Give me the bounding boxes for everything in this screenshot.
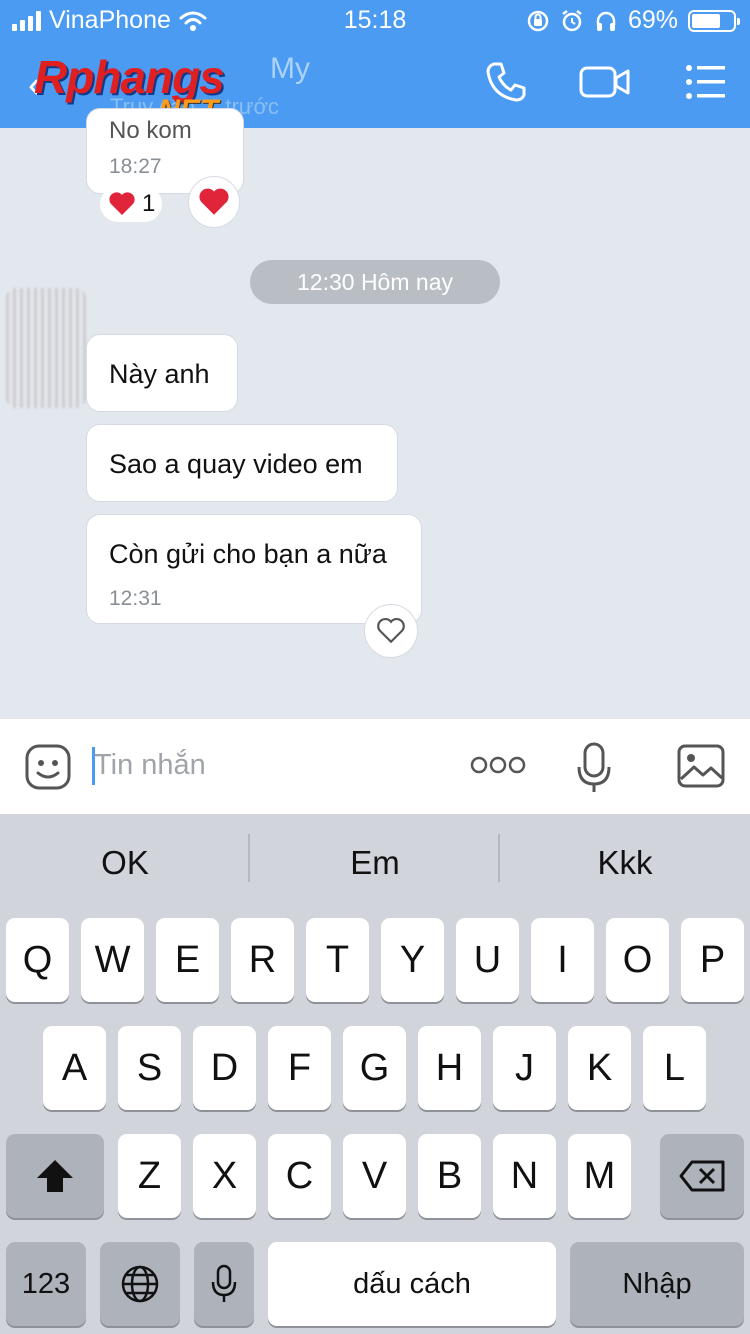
- headphones-icon: [596, 11, 616, 31]
- battery-percent: 69%: [627, 6, 678, 34]
- key-p[interactable]: P: [681, 918, 744, 1002]
- key-j[interactable]: J: [493, 1026, 556, 1110]
- key-d[interactable]: D: [193, 1026, 256, 1110]
- suggestion-item[interactable]: OK: [0, 844, 250, 882]
- key-v[interactable]: V: [343, 1134, 406, 1218]
- key-a[interactable]: A: [43, 1026, 106, 1110]
- key-r[interactable]: R: [231, 918, 294, 1002]
- key-w[interactable]: W: [81, 918, 144, 1002]
- message-bubble[interactable]: Còn gửi cho bạn a nữa 12:31: [86, 514, 422, 624]
- suggestion-item[interactable]: Kkk: [500, 844, 750, 882]
- numbers-key[interactable]: 123: [6, 1242, 86, 1326]
- message-time: 18:27: [109, 155, 162, 178]
- battery-icon: [688, 9, 740, 32]
- react-heart-button[interactable]: [364, 604, 418, 658]
- video-call-icon[interactable]: [578, 60, 632, 104]
- globe-key[interactable]: [100, 1242, 180, 1326]
- status-bar: VinaPhone 15:18 69%: [0, 0, 750, 40]
- suggestion-item[interactable]: Em: [250, 844, 500, 882]
- message-list[interactable]: No kom 18:27 1 12:30 Hôm nay Này anh Sao…: [0, 108, 750, 718]
- key-b[interactable]: B: [418, 1134, 481, 1218]
- message-text: Sao a quay video em: [109, 449, 363, 479]
- reaction-count: 1: [142, 190, 156, 217]
- react-heart-button[interactable]: [188, 176, 240, 228]
- reaction-summary[interactable]: 1: [100, 186, 162, 222]
- microphone-icon: [211, 1264, 237, 1302]
- shift-icon: [37, 1160, 73, 1192]
- heart-icon: [199, 188, 229, 215]
- message-text: Còn gửi cho bạn a nữa: [109, 539, 387, 569]
- image-icon[interactable]: [676, 743, 726, 789]
- key-i[interactable]: I: [531, 918, 594, 1002]
- message-input[interactable]: Tin nhắn: [94, 749, 206, 782]
- menu-list-icon[interactable]: [684, 60, 728, 104]
- contact-name[interactable]: My: [270, 52, 310, 86]
- dictation-key[interactable]: [194, 1242, 254, 1326]
- key-s[interactable]: S: [118, 1026, 181, 1110]
- keyboard: OK Em Kkk QWERTYUIOP ASDFGHJKL ZXCVBNM 1…: [0, 814, 750, 1334]
- key-g[interactable]: G: [343, 1026, 406, 1110]
- suggestion-bar: OK Em Kkk: [0, 814, 750, 914]
- key-f[interactable]: F: [268, 1026, 331, 1110]
- key-n[interactable]: N: [493, 1134, 556, 1218]
- microphone-icon[interactable]: [576, 741, 612, 795]
- heart-outline-icon: [377, 617, 405, 644]
- globe-icon: [121, 1265, 159, 1303]
- key-z[interactable]: Z: [118, 1134, 181, 1218]
- key-l[interactable]: L: [643, 1026, 706, 1110]
- more-icon[interactable]: [470, 755, 526, 775]
- rotation-lock-icon: [527, 10, 549, 31]
- key-q[interactable]: Q: [6, 918, 69, 1002]
- key-h[interactable]: H: [418, 1026, 481, 1110]
- message-time: 12:31: [109, 587, 162, 610]
- key-t[interactable]: T: [306, 918, 369, 1002]
- phone-icon[interactable]: [484, 60, 528, 104]
- avatar[interactable]: [6, 288, 86, 408]
- alarm-icon: [562, 9, 582, 31]
- sticker-icon[interactable]: [24, 743, 72, 791]
- key-e[interactable]: E: [156, 918, 219, 1002]
- message-bubble[interactable]: Này anh: [86, 334, 238, 412]
- composer-bar: Tin nhắn: [0, 718, 750, 814]
- key-y[interactable]: Y: [381, 918, 444, 1002]
- heart-icon: [109, 192, 135, 215]
- date-divider: 12:30 Hôm nay: [250, 260, 500, 304]
- backspace-key[interactable]: [660, 1134, 744, 1218]
- key-o[interactable]: O: [606, 918, 669, 1002]
- key-x[interactable]: X: [193, 1134, 256, 1218]
- backspace-icon: [679, 1160, 725, 1192]
- message-text-partial: No kom: [109, 117, 192, 144]
- message-text: Này anh: [109, 359, 210, 389]
- space-key[interactable]: dấu cách: [268, 1242, 556, 1326]
- message-bubble[interactable]: Sao a quay video em: [86, 424, 398, 502]
- key-m[interactable]: M: [568, 1134, 631, 1218]
- key-c[interactable]: C: [268, 1134, 331, 1218]
- shift-key[interactable]: [6, 1134, 104, 1218]
- key-u[interactable]: U: [456, 918, 519, 1002]
- key-k[interactable]: K: [568, 1026, 631, 1110]
- return-key[interactable]: Nhập: [570, 1242, 744, 1326]
